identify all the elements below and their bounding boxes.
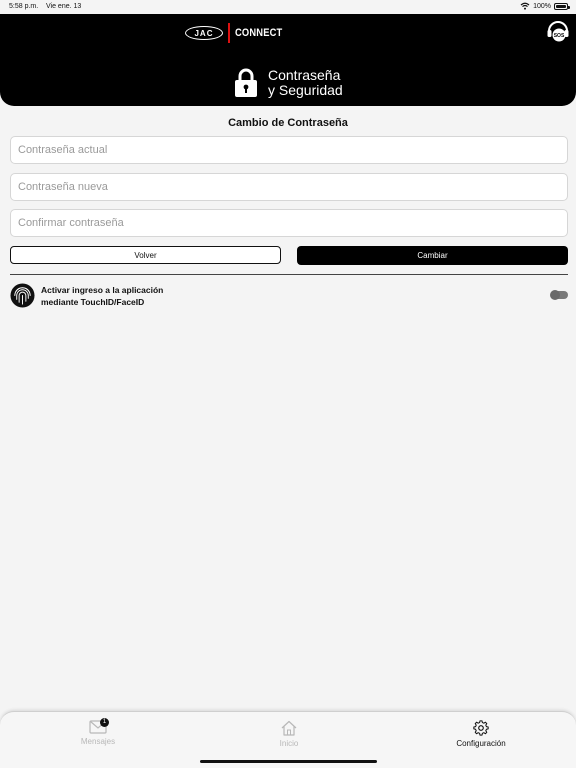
messages-badge: 1 — [100, 718, 109, 727]
lock-icon — [235, 68, 257, 97]
page-title: Contraseña y Seguridad — [268, 68, 343, 98]
tab-home[interactable]: Inicio — [229, 720, 349, 748]
wifi-icon — [520, 2, 530, 10]
battery-icon — [554, 2, 570, 10]
tab-config-label: Configuración — [456, 739, 506, 748]
battery-percent: 100% — [533, 2, 551, 10]
header: JAC CONNECT SOS Contraseña y Seguridad — [0, 14, 576, 106]
sos-button[interactable]: SOS — [546, 18, 570, 44]
toggle-knob — [550, 290, 560, 300]
current-password-input[interactable] — [10, 136, 568, 164]
status-right: 100% — [520, 2, 570, 10]
biometric-toggle[interactable] — [550, 290, 568, 300]
tab-config[interactable]: Configuración — [421, 720, 541, 748]
status-time: 5:58 p.m. — [9, 3, 39, 10]
back-button[interactable]: Volver — [10, 246, 281, 264]
biometric-label-line2: mediante TouchID/FaceID — [41, 297, 145, 307]
home-indicator — [200, 760, 377, 763]
confirm-password-input[interactable] — [10, 209, 568, 237]
biometric-label-line1: Activar ingreso a la aplicación — [41, 285, 164, 295]
fingerprint-icon — [10, 283, 35, 308]
home-icon — [281, 720, 297, 736]
sos-headset-icon: SOS — [547, 21, 569, 42]
tab-home-label: Inicio — [279, 739, 299, 748]
status-date: Vie ene. 13 — [46, 3, 82, 10]
page-title-line2: y Seguridad — [268, 82, 343, 98]
header-title-group: Contraseña y Seguridad — [234, 68, 343, 98]
change-button[interactable]: Cambiar — [297, 246, 568, 265]
brand-logo: JAC CONNECT — [185, 22, 290, 44]
biometric-label: Activar ingreso a la aplicación mediante… — [41, 284, 241, 308]
tab-bar: 1 Mensajes Inicio Configuración — [0, 711, 576, 768]
page-title-line1: Contraseña — [268, 67, 341, 83]
brand-connect: CONNECT — [234, 27, 282, 39]
section-title: Cambio de Contraseña — [228, 117, 348, 129]
sos-text: SOS — [554, 33, 565, 39]
brand-divider — [228, 23, 230, 43]
new-password-input[interactable] — [10, 173, 568, 201]
tab-messages-label: Mensajes — [80, 737, 116, 746]
tab-messages[interactable]: 1 Mensajes — [38, 718, 158, 746]
jac-logo: JAC — [185, 26, 223, 40]
status-bar: 5:58 p.m. Vie ene. 13 100% — [0, 0, 576, 14]
gear-icon — [473, 720, 489, 736]
divider — [10, 274, 568, 275]
